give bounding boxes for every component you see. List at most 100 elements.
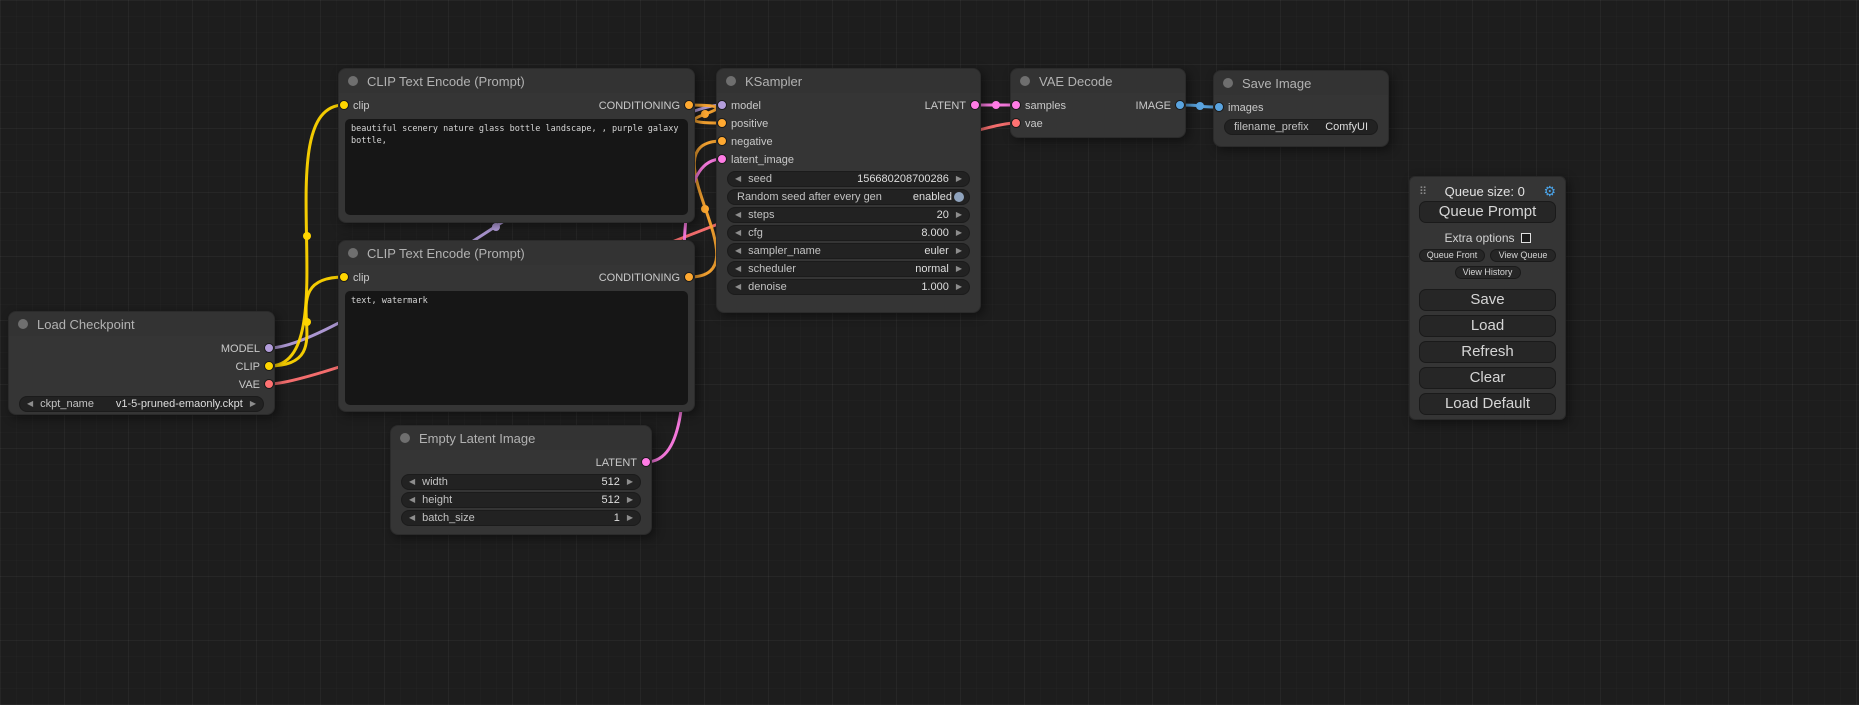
collapse-dot[interactable] <box>18 319 28 329</box>
view-history-button[interactable]: View History <box>1455 266 1521 279</box>
drag-handle-icon[interactable]: ⠿ <box>1419 185 1426 198</box>
input-label-clip: clip <box>353 100 370 112</box>
collapse-dot[interactable] <box>348 76 358 86</box>
collapse-dot[interactable] <box>726 76 736 86</box>
node-titlebar[interactable]: Load Checkpoint <box>9 312 274 336</box>
settings-gear-icon[interactable]: ⚙ <box>1543 184 1556 198</box>
widget-denoise[interactable]: ◀ denoise 1.000 ▶ <box>727 279 970 295</box>
widget-width[interactable]: ◀ width 512 ▶ <box>401 474 641 490</box>
queue-front-button[interactable]: Queue Front <box>1419 249 1485 262</box>
save-button[interactable]: Save <box>1419 289 1556 311</box>
menu-header: ⠿ Queue size: 0 ⚙ <box>1419 183 1556 199</box>
increment-arrow-icon[interactable]: ▶ <box>627 514 633 522</box>
increment-arrow-icon[interactable]: ▶ <box>956 211 962 219</box>
load-button[interactable]: Load <box>1419 315 1556 337</box>
clear-button[interactable]: Clear <box>1419 367 1556 389</box>
link-midpoint-dot <box>492 223 500 231</box>
widget-height[interactable]: ◀ height 512 ▶ <box>401 492 641 508</box>
collapse-dot[interactable] <box>348 248 358 258</box>
node-save-image[interactable]: Save Image images filename_prefix ComfyU… <box>1213 70 1389 147</box>
widget-scheduler[interactable]: ◀ scheduler normal ▶ <box>727 261 970 277</box>
node-titlebar[interactable]: Save Image <box>1214 71 1388 95</box>
node-title: Load Checkpoint <box>37 317 135 332</box>
node-title: CLIP Text Encode (Prompt) <box>367 74 525 89</box>
widget-value: normal <box>915 263 949 275</box>
node-title: Save Image <box>1242 76 1311 91</box>
increment-arrow-icon[interactable]: ▶ <box>956 175 962 183</box>
increment-arrow-icon[interactable]: ▶ <box>627 478 633 486</box>
link-clip-negative-wire[interactable] <box>269 277 344 366</box>
input-label-clip: clip <box>353 272 370 284</box>
comfyui-workspace: { "colors": { "model": "#b39ddb", "clip"… <box>0 0 1859 705</box>
node-clip-text-encode-negative[interactable]: CLIP Text Encode (Prompt) clip CONDITION… <box>338 240 695 412</box>
prompt-textarea[interactable]: beautiful scenery nature glass bottle la… <box>345 119 688 215</box>
output-label-conditioning: CONDITIONING <box>599 100 680 112</box>
node-titlebar[interactable]: VAE Decode <box>1011 69 1185 93</box>
node-ksampler[interactable]: KSampler model LATENT positive negative … <box>716 68 981 313</box>
decrement-arrow-icon[interactable]: ◀ <box>735 211 741 219</box>
input-label-images: images <box>1228 102 1263 114</box>
widget-random-seed-toggle[interactable]: Random seed after every gen enabled <box>727 189 970 205</box>
queue-menu-panel[interactable]: ⠿ Queue size: 0 ⚙ Queue Prompt Extra opt… <box>1409 176 1566 420</box>
node-titlebar[interactable]: Empty Latent Image <box>391 426 651 450</box>
output-label-latent: LATENT <box>596 457 637 469</box>
decrement-arrow-icon[interactable]: ◀ <box>409 496 415 504</box>
extra-options-checkbox[interactable] <box>1521 233 1531 243</box>
node-clip-text-encode-positive[interactable]: CLIP Text Encode (Prompt) clip CONDITION… <box>338 68 695 223</box>
decrement-arrow-icon[interactable]: ◀ <box>27 400 33 408</box>
prompt-textarea[interactable]: text, watermark <box>345 291 688 405</box>
widget-cfg[interactable]: ◀ cfg 8.000 ▶ <box>727 225 970 241</box>
decrement-arrow-icon[interactable]: ◀ <box>735 265 741 273</box>
widget-name: height <box>422 494 452 506</box>
node-titlebar[interactable]: CLIP Text Encode (Prompt) <box>339 241 694 265</box>
decrement-arrow-icon[interactable]: ◀ <box>735 247 741 255</box>
collapse-dot[interactable] <box>400 433 410 443</box>
widget-filename-prefix[interactable]: filename_prefix ComfyUI <box>1224 119 1378 135</box>
refresh-button[interactable]: Refresh <box>1419 341 1556 363</box>
widget-sampler-name[interactable]: ◀ sampler_name euler ▶ <box>727 243 970 259</box>
decrement-arrow-icon[interactable]: ◀ <box>735 175 741 183</box>
link-clip-positive-wire[interactable] <box>269 105 344 366</box>
increment-arrow-icon[interactable]: ▶ <box>627 496 633 504</box>
widget-value: v1-5-pruned-emaonly.ckpt <box>116 398 243 410</box>
queue-prompt-button[interactable]: Queue Prompt <box>1419 201 1556 223</box>
output-label-model: MODEL <box>221 343 260 355</box>
node-titlebar[interactable]: KSampler <box>717 69 980 93</box>
collapse-dot[interactable] <box>1223 78 1233 88</box>
decrement-arrow-icon[interactable]: ◀ <box>409 478 415 486</box>
decrement-arrow-icon[interactable]: ◀ <box>735 283 741 291</box>
output-label-conditioning: CONDITIONING <box>599 272 680 284</box>
widget-name: Random seed after every gen <box>737 191 882 203</box>
toggle-dot-icon[interactable] <box>954 192 964 202</box>
increment-arrow-icon[interactable]: ▶ <box>956 247 962 255</box>
node-title: VAE Decode <box>1039 74 1112 89</box>
widget-ckpt-name[interactable]: ◀ ckpt_name v1-5-pruned-emaonly.ckpt ▶ <box>19 396 264 412</box>
widget-name: cfg <box>748 227 763 239</box>
widget-value: ComfyUI <box>1325 121 1368 133</box>
widget-name: batch_size <box>422 512 475 524</box>
collapse-dot[interactable] <box>1020 76 1030 86</box>
widget-name: ckpt_name <box>40 398 94 410</box>
decrement-arrow-icon[interactable]: ◀ <box>409 514 415 522</box>
increment-arrow-icon[interactable]: ▶ <box>956 265 962 273</box>
increment-arrow-icon[interactable]: ▶ <box>956 283 962 291</box>
widget-steps[interactable]: ◀ steps 20 ▶ <box>727 207 970 223</box>
input-label-vae: vae <box>1025 118 1043 130</box>
node-empty-latent-image[interactable]: Empty Latent Image LATENT ◀ width 512 ▶ … <box>390 425 652 535</box>
widget-seed[interactable]: ◀ seed 156680208700286 ▶ <box>727 171 970 187</box>
node-vae-decode[interactable]: VAE Decode samples IMAGE vae <box>1010 68 1186 138</box>
link-midpoint-dot <box>992 101 1000 109</box>
node-title: Empty Latent Image <box>419 431 535 446</box>
increment-arrow-icon[interactable]: ▶ <box>956 229 962 237</box>
increment-arrow-icon[interactable]: ▶ <box>250 400 256 408</box>
view-queue-button[interactable]: View Queue <box>1490 249 1556 262</box>
node-load-checkpoint[interactable]: Load Checkpoint MODEL CLIP VAE ◀ ckpt_na… <box>8 311 275 415</box>
node-titlebar[interactable]: CLIP Text Encode (Prompt) <box>339 69 694 93</box>
load-default-button[interactable]: Load Default <box>1419 393 1556 415</box>
decrement-arrow-icon[interactable]: ◀ <box>735 229 741 237</box>
widget-name: scheduler <box>748 263 796 275</box>
output-label-latent: LATENT <box>925 100 966 112</box>
widget-batch-size[interactable]: ◀ batch_size 1 ▶ <box>401 510 641 526</box>
widget-name: sampler_name <box>748 245 821 257</box>
input-label-samples: samples <box>1025 100 1066 112</box>
